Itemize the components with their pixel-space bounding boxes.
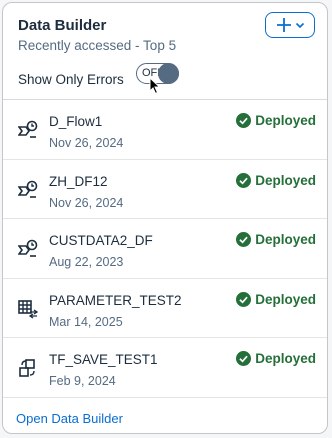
item-name: D_Flow1 [49,114,103,129]
item-name: TF_SAVE_TEST1 [49,352,158,367]
status-text: Deployed [255,232,316,247]
check-circle-icon [236,351,252,366]
status-badge: Deployed [236,232,316,247]
data-flow-icon [18,239,38,257]
data-builder-card: Data Builder Recently accessed - Top 5 S… [2,2,328,434]
item-date: Nov 26, 2024 [49,136,124,150]
toggle-label: Show Only Errors [18,72,124,87]
open-data-builder-link[interactable]: Open Data Builder [16,411,123,426]
list-item[interactable]: CUSTDATA2_DF Aug 22, 2023 Deployed [3,219,327,279]
recent-items-list: D_Flow1 Nov 26, 2024 Deployed ZH_DF12 No… [3,100,327,398]
status-badge: Deployed [236,172,316,188]
toggle-knob [158,63,179,84]
check-circle-icon [236,172,252,188]
data-flow-icon [18,120,38,138]
item-name: PARAMETER_TEST2 [49,292,182,308]
item-date: Aug 22, 2023 [49,255,124,269]
status-text: Deployed [255,113,316,128]
list-item[interactable]: PARAMETER_TEST2 Mar 14, 2025 Deployed [3,279,327,338]
transformation-flow-icon [19,359,35,377]
card-header: Data Builder Recently accessed - Top 5 S… [3,3,327,100]
check-circle-icon [236,113,252,128]
table-icon [18,299,38,319]
item-name: ZH_DF12 [49,173,108,189]
status-badge: Deployed [236,113,316,128]
card-title: Data Builder [18,17,107,34]
chevron-down-icon [295,22,304,29]
status-badge: Deployed [236,351,316,366]
mouse-cursor-icon [149,77,161,95]
status-badge: Deployed [236,291,316,307]
data-flow-icon [18,180,38,198]
item-date: Mar 14, 2025 [49,314,123,329]
list-item[interactable]: ZH_DF12 Nov 26, 2024 Deployed [3,160,327,219]
status-text: Deployed [255,351,316,366]
item-date: Feb 9, 2024 [49,374,116,388]
show-only-errors-row: Show Only Errors OFF [18,63,179,87]
check-circle-icon [236,232,252,247]
item-date: Nov 26, 2024 [49,195,124,210]
list-item[interactable]: TF_SAVE_TEST1 Feb 9, 2024 Deployed [3,338,327,398]
status-text: Deployed [255,291,316,307]
card-subtitle: Recently accessed - Top 5 [18,38,177,53]
status-text: Deployed [255,172,316,188]
plus-icon [276,18,291,32]
list-item[interactable]: D_Flow1 Nov 26, 2024 Deployed [3,100,327,160]
item-name: CUSTDATA2_DF [49,233,153,248]
add-button[interactable] [265,12,315,38]
check-circle-icon [236,291,252,307]
